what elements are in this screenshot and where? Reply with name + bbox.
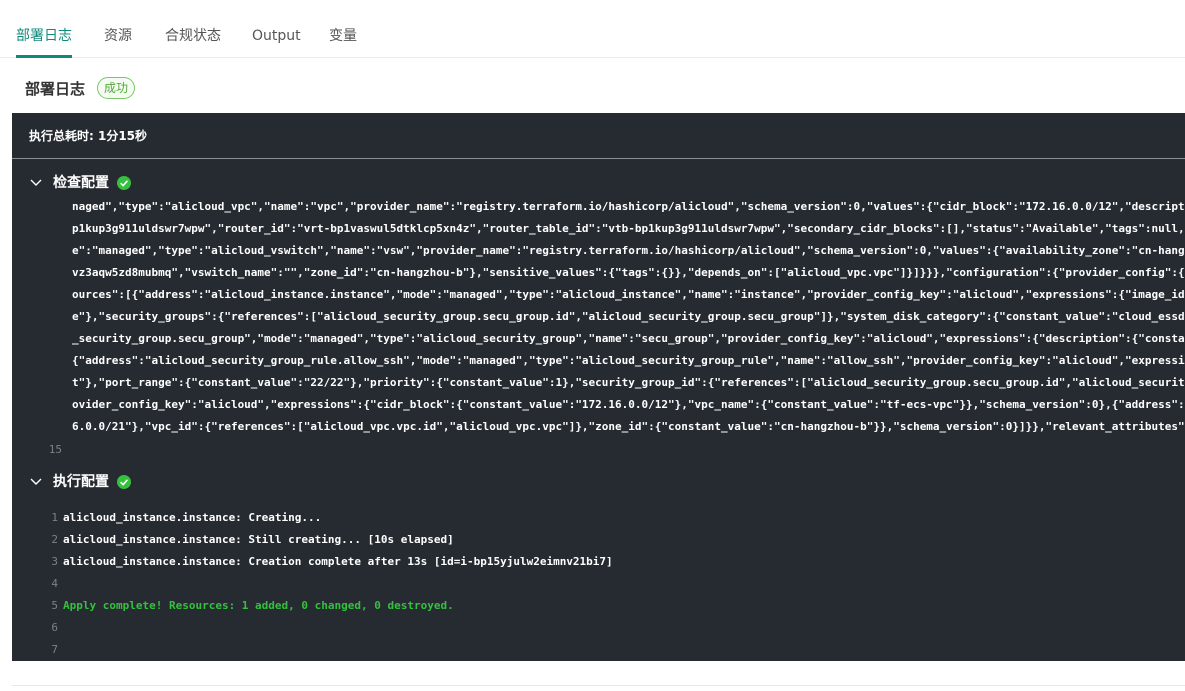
chevron-down-icon[interactable] [29, 176, 43, 190]
tab-variables[interactable]: 变量 [329, 26, 357, 46]
chevron-down-icon[interactable] [29, 475, 43, 489]
log-line: 6.0.0/21"},"vpc_id":{"references":["alic… [72, 420, 1185, 433]
line-number: 6 [51, 621, 58, 634]
log-line-success: Apply complete! Resources: 1 added, 0 ch… [63, 599, 454, 612]
check-circle-icon [117, 475, 131, 489]
log-line: e":"managed","type":"alicloud_vswitch","… [72, 244, 1185, 257]
group-header-apply-config[interactable]: 执行配置 [12, 471, 1185, 493]
active-tab-indicator [16, 55, 72, 58]
line-number: 15 [48, 443, 62, 456]
log-line: ovider_config_key":"alicloud","expressio… [72, 398, 1185, 411]
tab-compliance[interactable]: 合规状态 [165, 26, 221, 46]
page-title: 部署日志 [25, 80, 86, 98]
log-line: p1kup3g911uldswr7wpw","router_id":"vrt-b… [72, 222, 1185, 235]
tab-deploy-log[interactable]: 部署日志 [16, 26, 72, 46]
group-header-check-config[interactable]: 检查配置 [12, 172, 1185, 194]
log-line: vz3aqw5zd8mubmq","vswitch_name":"","zone… [72, 266, 1185, 279]
line-number: 2 [51, 533, 58, 546]
log-line: alicloud_instance.instance: Creation com… [63, 555, 613, 568]
check-circle-icon [117, 176, 131, 190]
line-number: 4 [51, 577, 58, 590]
log-line: {"address":"alicloud_security_group_rule… [72, 354, 1185, 367]
group-title: 检查配置 [53, 175, 109, 191]
log-panel: 执行总耗时: 1分15秒 检查配置 naged","type":"aliclou… [12, 113, 1185, 661]
tab-resources[interactable]: 资源 [104, 26, 132, 46]
status-badge: 成功 [97, 77, 136, 99]
log-line: naged","type":"alicloud_vpc","name":"vpc… [72, 200, 1185, 213]
line-number: 7 [51, 643, 58, 656]
line-number: 5 [51, 599, 58, 612]
line-number: 3 [51, 555, 58, 568]
tab-output[interactable]: Output [252, 26, 301, 46]
divider [12, 685, 1185, 686]
group-title: 执行配置 [53, 474, 109, 490]
log-line: t"},"port_range":{"constant_value":"22/2… [72, 376, 1185, 389]
log-line: _security_group.secu_group","mode":"mana… [72, 332, 1185, 345]
tab-bar: 部署日志 资源 合规状态 Output 变量 [0, 0, 1185, 58]
line-number: 1 [51, 511, 58, 524]
log-line: alicloud_instance.instance: Creating... [63, 511, 322, 524]
log-line: alicloud_instance.instance: Still creati… [63, 533, 454, 546]
log-line: ources":[{"address":"alicloud_instance.i… [72, 288, 1185, 301]
log-panel-header: 执行总耗时: 1分15秒 [12, 113, 1185, 159]
duration-text: 执行总耗时: 1分15秒 [29, 129, 148, 143]
log-line: e"},"security_groups":{"references":["al… [72, 310, 1185, 323]
